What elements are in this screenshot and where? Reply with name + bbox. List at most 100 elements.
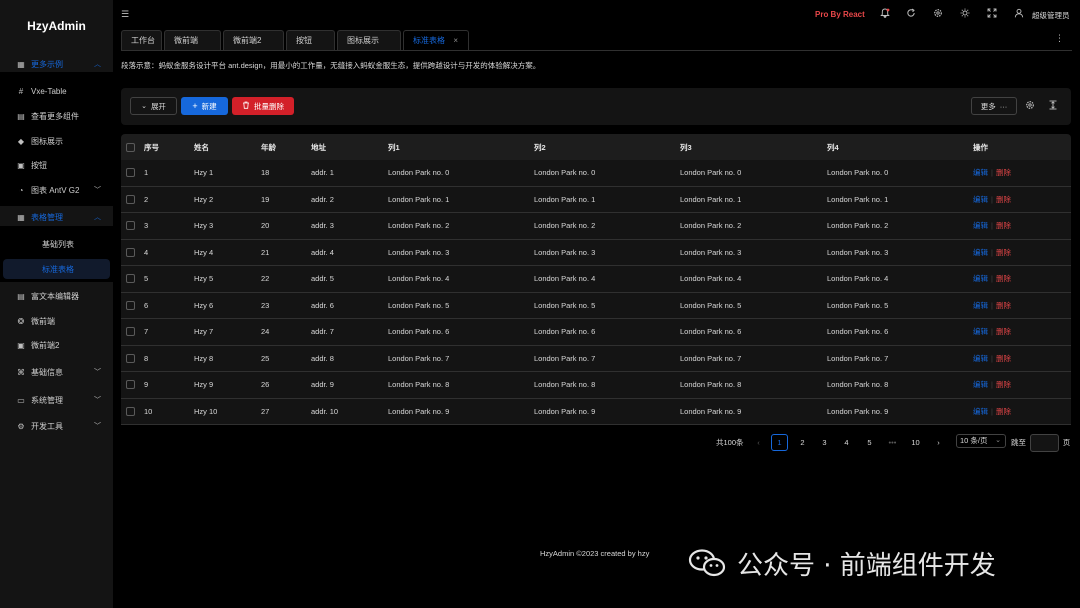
delete-link[interactable]: 删除	[996, 194, 1011, 205]
tab[interactable]: 工作台	[121, 30, 162, 50]
tab[interactable]: 图标展示	[337, 30, 401, 50]
column-height-icon[interactable]	[1048, 100, 1058, 112]
chevron-down-icon: ﹀	[94, 187, 101, 194]
row-checkbox[interactable]	[126, 274, 135, 284]
tab-label: 工作台	[131, 36, 155, 45]
edit-link[interactable]: 编辑	[973, 406, 988, 417]
edit-link[interactable]: 编辑	[973, 379, 988, 390]
column-header: 年龄	[261, 142, 276, 152]
table-cell: London Park no. 8	[680, 380, 742, 390]
table-cell: London Park no. 2	[534, 221, 596, 231]
pagination-page[interactable]: 2	[794, 434, 811, 451]
close-icon[interactable]: ×	[453, 31, 458, 50]
table-cell: Hzy 10	[194, 406, 218, 416]
table-cell: addr. 1	[311, 168, 334, 178]
edit-link[interactable]: 编辑	[973, 167, 988, 178]
sidebar-item[interactable]: ⌘ 基础信息 ﹀	[0, 362, 113, 382]
batch-delete-button[interactable]: 批量删除	[232, 97, 294, 115]
column-setting-icon[interactable]	[1025, 100, 1035, 112]
table-cell: Hzy 3	[194, 221, 214, 231]
prev-page-icon[interactable]: ‹	[750, 434, 767, 451]
edit-link[interactable]: 编辑	[973, 326, 988, 337]
row-checkbox[interactable]	[126, 380, 135, 390]
row-checkbox[interactable]	[126, 300, 135, 310]
delete-link[interactable]: 删除	[996, 353, 1011, 364]
pro-by-react-link[interactable]: Pro By React	[815, 10, 865, 19]
sidebar-item[interactable]: ▤ 查看更多组件	[0, 106, 113, 126]
diamond-icon: ◆	[17, 136, 25, 146]
pagination-page[interactable]: 1	[771, 434, 788, 451]
menu-fold-icon[interactable]: ☰	[121, 9, 129, 20]
select-all-checkbox[interactable]	[126, 142, 135, 152]
table-row: 9 Hzy 9 26 addr. 9 London Park no. 8 London P…	[121, 372, 1071, 399]
action-divider: |	[991, 221, 993, 231]
pagination-page[interactable]: 3	[816, 434, 833, 451]
next-page-icon[interactable]: ›	[930, 434, 947, 451]
fullscreen-icon[interactable]	[987, 8, 997, 20]
sidebar-item[interactable]: 标准表格	[3, 259, 110, 279]
sidebar-item[interactable]: ⚙ 开发工具 ﹀	[0, 416, 113, 436]
expand-button[interactable]: ⌄ 展开	[130, 97, 177, 115]
sidebar-item[interactable]: # Vxe-Table	[0, 81, 113, 101]
delete-link[interactable]: 删除	[996, 167, 1011, 178]
table-cell: addr. 2	[311, 194, 334, 204]
edit-link[interactable]: 编辑	[973, 300, 988, 311]
bell-icon[interactable]	[880, 8, 890, 20]
edit-link[interactable]: 编辑	[973, 194, 988, 205]
sidebar-item[interactable]: ▤ 富文本编辑器	[0, 286, 113, 306]
sidebar-item[interactable]: 基础列表	[0, 234, 113, 254]
row-checkbox[interactable]	[126, 168, 135, 178]
sun-icon[interactable]	[960, 8, 970, 20]
sidebar-item-label: 图表 AntV G2	[31, 185, 80, 195]
username[interactable]: 超级管理员	[1032, 10, 1070, 21]
reload-icon[interactable]	[906, 8, 916, 20]
more-vertical-icon[interactable]: ⋮	[1055, 33, 1064, 44]
row-checkbox[interactable]	[126, 221, 135, 231]
edit-link[interactable]: 编辑	[973, 353, 988, 364]
pagination-ellipsis[interactable]: •••	[884, 434, 901, 451]
row-checkbox[interactable]	[126, 327, 135, 337]
row-checkbox[interactable]	[126, 194, 135, 204]
pagination-page[interactable]: 4	[838, 434, 855, 451]
delete-link[interactable]: 删除	[996, 273, 1011, 284]
sidebar-item[interactable]: ◆ 图标展示	[0, 131, 113, 151]
table-cell: addr. 8	[311, 353, 334, 363]
sidebar-item[interactable]: ◔ 图表 AntV G2 ﹀	[0, 180, 113, 200]
sidebar-item[interactable]: ❂ 微前端	[0, 311, 113, 331]
edit-link[interactable]: 编辑	[973, 220, 988, 231]
table-cell: London Park no. 2	[827, 221, 889, 231]
sidebar-item[interactable]: ▣ 微前端2	[0, 335, 113, 355]
row-actions: 编辑 | 删除	[973, 240, 1011, 266]
delete-link[interactable]: 删除	[996, 300, 1011, 311]
tab[interactable]: 微前端	[164, 30, 221, 50]
more-button[interactable]: 更多 ···	[971, 97, 1017, 115]
sidebar-item[interactable]: ▦ 表格管理 ︿	[0, 207, 113, 227]
table-cell: London Park no. 0	[680, 168, 742, 178]
delete-link[interactable]: 删除	[996, 247, 1011, 258]
delete-link[interactable]: 删除	[996, 406, 1011, 417]
delete-link[interactable]: 删除	[996, 326, 1011, 337]
tab[interactable]: 标准表格 ×	[403, 30, 469, 50]
table-cell: addr. 6	[311, 300, 334, 310]
setting-icon[interactable]	[933, 8, 943, 20]
row-checkbox[interactable]	[126, 247, 135, 257]
edit-link[interactable]: 编辑	[973, 247, 988, 258]
sidebar-item[interactable]: ▣ 按钮	[0, 155, 113, 175]
table-cell: London Park no. 6	[388, 327, 450, 337]
sidebar-item[interactable]: ▭ 系统管理 ﹀	[0, 390, 113, 410]
tab[interactable]: 微前端2	[223, 30, 284, 50]
pagination-page[interactable]: 5	[861, 434, 878, 451]
row-checkbox[interactable]	[126, 353, 135, 363]
column-header: 列3	[680, 142, 692, 152]
user-icon[interactable]	[1014, 8, 1024, 20]
new-button[interactable]: + 新建	[181, 97, 228, 115]
sidebar-item[interactable]: ▦ 更多示例 ︿	[0, 54, 113, 74]
pagination-page[interactable]: 10	[907, 434, 924, 451]
page-size-select[interactable]: 10 条/页 ⌄	[956, 434, 1006, 448]
goto-page-input[interactable]	[1030, 434, 1059, 452]
delete-link[interactable]: 删除	[996, 379, 1011, 390]
row-checkbox[interactable]	[126, 406, 135, 416]
edit-link[interactable]: 编辑	[973, 273, 988, 284]
delete-link[interactable]: 删除	[996, 220, 1011, 231]
tab[interactable]: 按钮	[286, 30, 335, 50]
